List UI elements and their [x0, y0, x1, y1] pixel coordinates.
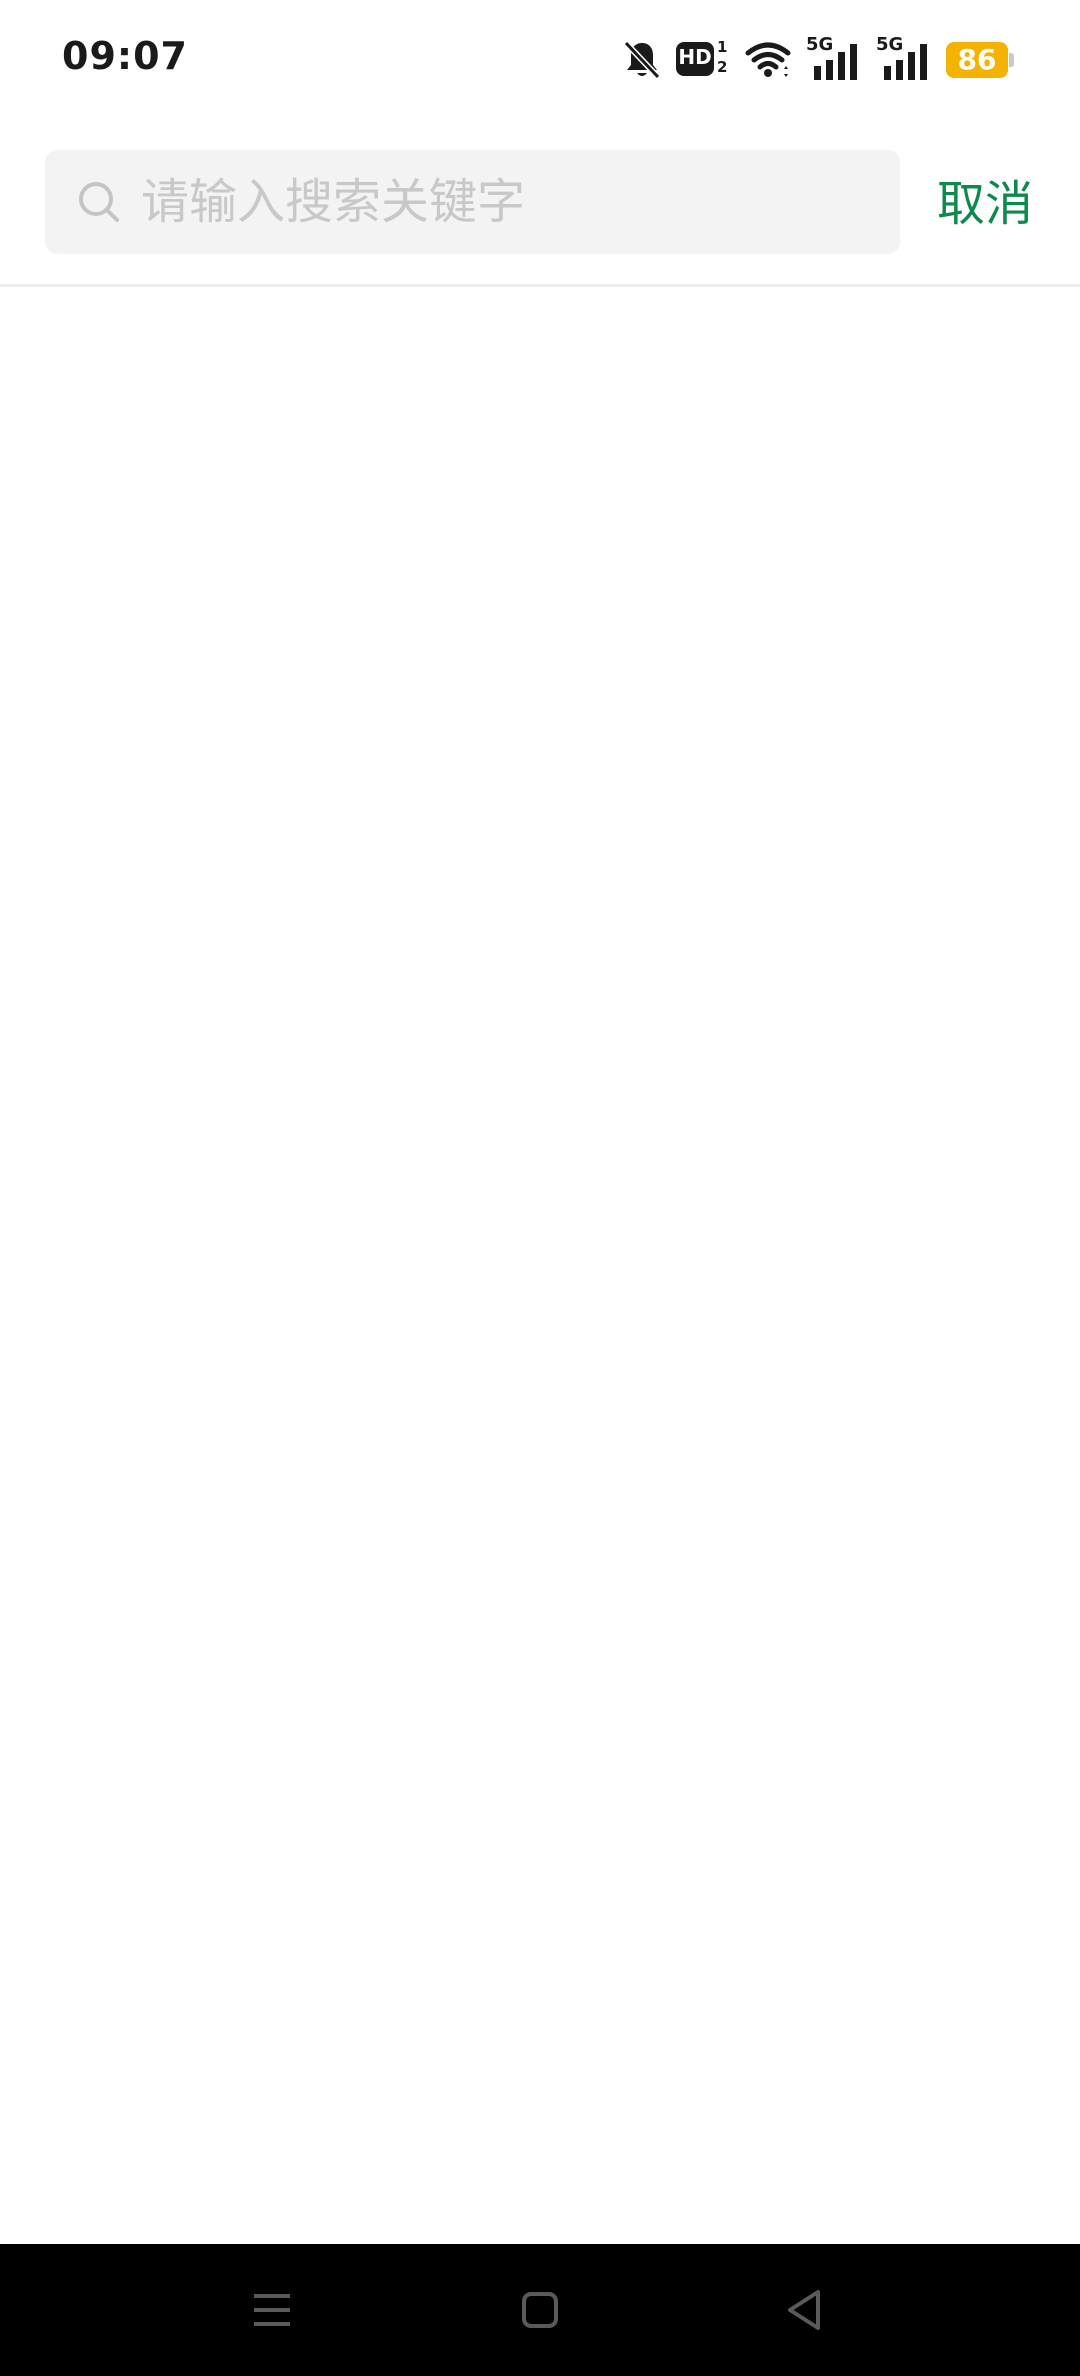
wifi-icon: [745, 42, 791, 77]
system-nav-bar: [0, 2244, 1080, 2376]
search-box[interactable]: [45, 150, 900, 254]
hd-sim-2: 2: [717, 58, 728, 76]
search-input[interactable]: [139, 161, 900, 243]
battery-tip: [1009, 53, 1014, 67]
status-icons: HD 1 2 5G 5G 86: [622, 34, 1014, 84]
signal-5g-icon: 5G: [806, 34, 862, 82]
recent-apps-button[interactable]: [242, 2280, 302, 2340]
home-icon: [522, 2292, 558, 2328]
status-time: 09:07: [62, 34, 188, 78]
home-button[interactable]: [510, 2280, 570, 2340]
battery-level: 86: [946, 42, 1008, 78]
search-icon: [79, 182, 119, 222]
search-results-area: [0, 287, 1080, 2244]
bell-off-icon: [623, 40, 661, 80]
cancel-button[interactable]: 取消: [930, 172, 1040, 236]
search-header: 取消: [0, 120, 1080, 287]
back-button[interactable]: [774, 2280, 834, 2340]
status-bar: 09:07 HD 1 2 5G 5G 86: [0, 0, 1080, 120]
back-icon: [788, 2290, 820, 2330]
signal-5g-icon: 5G: [876, 34, 932, 82]
hd-label: HD: [678, 45, 712, 69]
menu-icon: [254, 2294, 290, 2326]
hd-sim-1: 1: [717, 38, 728, 56]
hd-voice-icon: HD 1 2: [676, 38, 730, 80]
screen: 09:07 HD 1 2 5G 5G 86 请输入搜索关键字 取消: [0, 0, 1080, 2376]
battery-icon: 86: [946, 42, 1014, 78]
